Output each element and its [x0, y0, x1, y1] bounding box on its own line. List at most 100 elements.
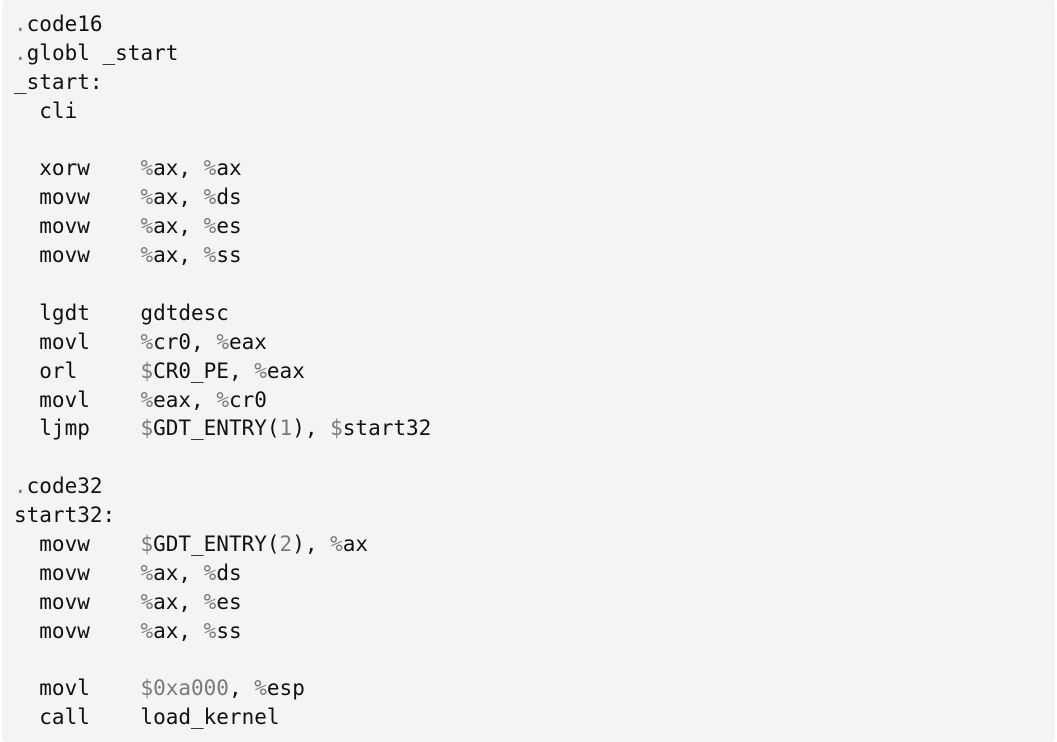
code-line: movw %ax, %es [14, 212, 1055, 241]
code-line: movl $0xa000, %esp [14, 674, 1055, 703]
code-token: ax, [153, 214, 204, 239]
code-punctuation: % [203, 243, 217, 268]
code-line: movw %ax, %ss [14, 241, 1055, 270]
code-token: ljmp [14, 416, 141, 441]
code-token: ax [342, 532, 369, 557]
code-line: xorw %ax, %ax [14, 154, 1055, 183]
code-punctuation: 1 [279, 416, 293, 441]
code-token: ss [216, 243, 242, 268]
code-punctuation: $0xa000 [140, 676, 229, 701]
code-punctuation: $ [330, 416, 343, 441]
code-token: ds [216, 185, 242, 210]
code-token: es [216, 589, 242, 614]
code-punctuation: % [203, 589, 217, 614]
code-line: call load_kernel [14, 703, 1055, 732]
code-punctuation: % [140, 589, 154, 614]
code-token: eax, [153, 387, 217, 412]
code-token: es [216, 214, 242, 239]
code-token: ax [216, 156, 242, 181]
code-token: orl [14, 358, 141, 383]
code-line: orl $CR0_PE, %eax [14, 357, 1055, 386]
code-punctuation: . [14, 40, 27, 65]
code-token: ax, [153, 560, 204, 585]
code-token: globl _start [26, 40, 179, 65]
code-punctuation: % [140, 618, 154, 643]
code-line: .code16 [14, 10, 1055, 39]
code-punctuation: % [203, 618, 217, 643]
code-token: xorw [14, 156, 141, 181]
code-punctuation: % [330, 532, 343, 557]
code-token: GDT_ENTRY( [153, 416, 280, 441]
code-line: movl %cr0, %eax [14, 328, 1055, 357]
code-line: _start: [14, 68, 1055, 97]
code-punctuation: % [203, 560, 217, 585]
code-token: movl [14, 387, 141, 412]
code-punctuation: . [14, 474, 27, 499]
code-punctuation: 2 [279, 532, 293, 557]
code-token: ), [292, 532, 331, 557]
code-token: movl [14, 329, 141, 354]
code-token: esp [266, 676, 305, 701]
code-token: movw [14, 185, 141, 210]
code-punctuation: % [140, 214, 154, 239]
code-punctuation: % [203, 156, 217, 181]
code-token: lgdt gdtdesc [14, 300, 229, 325]
code-token: cr0, [153, 329, 217, 354]
code-line: .code32 [14, 472, 1055, 501]
code-line: movl %eax, %cr0 [14, 386, 1055, 415]
code-punctuation: . [14, 12, 27, 36]
code-line: movw %ax, %es [14, 588, 1055, 617]
code-punctuation: % [254, 676, 267, 701]
code-punctuation: $ [140, 532, 154, 557]
code-token: movw [14, 532, 141, 557]
code-punctuation: % [140, 387, 154, 412]
code-line: .globl _start [14, 39, 1055, 68]
code-token: ds [216, 560, 242, 585]
code-token: call load_kernel [14, 705, 280, 730]
code-punctuation: % [203, 214, 217, 239]
code-token: ax, [153, 185, 204, 210]
code-token: ax, [153, 618, 204, 643]
code-line: movw $GDT_ENTRY(2), %ax [14, 530, 1055, 559]
code-punctuation: % [203, 185, 217, 210]
code-token: ax, [153, 589, 204, 614]
code-line: lgdt gdtdesc [14, 299, 1055, 328]
code-line: start32: [14, 501, 1055, 530]
assembly-source-code: .code16 .globl _start _start: cli xorw %ax… [14, 10, 1055, 732]
code-line: movw %ax, %ds [14, 559, 1055, 588]
code-token: movw [14, 560, 141, 585]
code-line: cli [14, 97, 1055, 126]
code-punctuation: % [140, 243, 154, 268]
code-token: movw [14, 243, 141, 268]
code-punctuation: % [216, 387, 229, 412]
code-token: ), [292, 416, 331, 441]
code-token: cr0 [228, 387, 267, 412]
code-punctuation: % [254, 358, 267, 383]
code-token: code32 [26, 474, 103, 499]
code-token: ss [216, 618, 242, 643]
code-token: movl [14, 676, 141, 701]
code-token: movw [14, 589, 141, 614]
code-token: eax [266, 358, 305, 383]
code-token: movw [14, 618, 141, 643]
code-token: CR0_PE, [153, 358, 255, 383]
code-token: cli [14, 98, 78, 123]
code-punctuation: % [216, 329, 229, 354]
code-punctuation: % [140, 156, 154, 181]
code-token: _start: [14, 69, 103, 94]
code-punctuation: % [140, 185, 154, 210]
code-block: .code16 .globl _start _start: cli xorw %ax… [2, 0, 1055, 742]
code-line: movw %ax, %ss [14, 617, 1055, 646]
code-token: start32: [14, 503, 116, 528]
code-line: movw %ax, %ds [14, 183, 1055, 212]
code-punctuation: $ [140, 416, 154, 441]
code-punctuation: $ [140, 358, 154, 383]
code-token: start32 [342, 416, 432, 441]
code-token: GDT_ENTRY( [153, 532, 280, 557]
code-punctuation: % [140, 329, 154, 354]
code-token: ax, [153, 156, 204, 181]
